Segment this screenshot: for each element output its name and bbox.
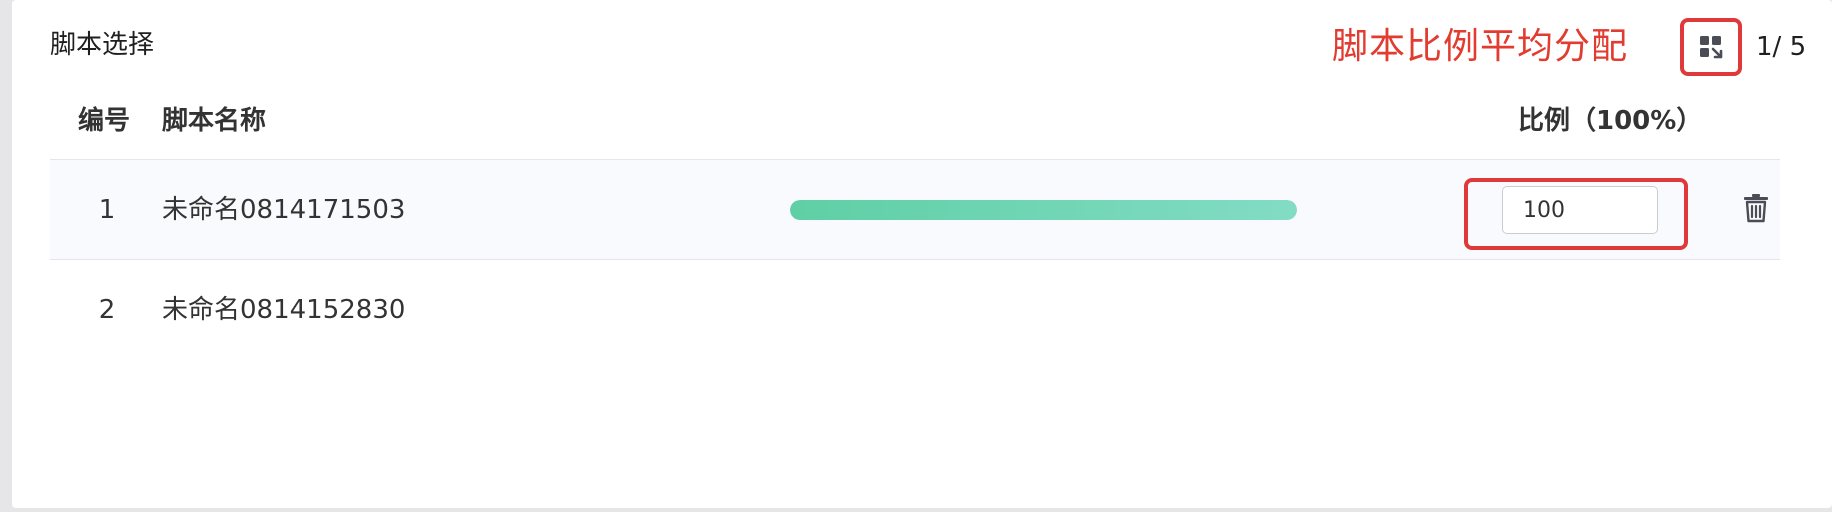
- header-ratio: 比例（100%）: [1518, 106, 1703, 136]
- ratio-progress-fill: [790, 200, 1297, 220]
- distribute-annotation-label: 脚本比例平均分配: [1332, 26, 1629, 67]
- row-number: 1: [98, 195, 116, 225]
- ratio-input[interactable]: [1502, 186, 1658, 234]
- panel-title: 脚本选择: [50, 30, 155, 60]
- header-script-name: 脚本名称: [162, 106, 267, 136]
- table-row: 1 未命名0814171503: [50, 160, 1780, 260]
- distribute-evenly-icon: [1699, 35, 1723, 59]
- header-number: 编号: [78, 106, 131, 136]
- trash-icon: [1743, 193, 1769, 227]
- script-selection-panel: 脚本选择 脚本比例平均分配 1/ 5 编号 脚本名称 比例（100%） 1 未命…: [12, 0, 1832, 508]
- row-number: 2: [98, 295, 116, 325]
- row-script-name: 未命名0814171503: [162, 195, 406, 225]
- delete-row-button[interactable]: [1736, 190, 1776, 230]
- pager-indicator: 1/ 5: [1756, 32, 1807, 62]
- row-script-name: 未命名0814152830: [162, 295, 406, 325]
- table-header: 编号 脚本名称 比例（100%）: [50, 88, 1780, 160]
- table-row: 2 未命名0814152830: [50, 260, 1780, 360]
- ratio-progress-bar: [790, 200, 1297, 220]
- distribute-evenly-button[interactable]: [1680, 18, 1742, 76]
